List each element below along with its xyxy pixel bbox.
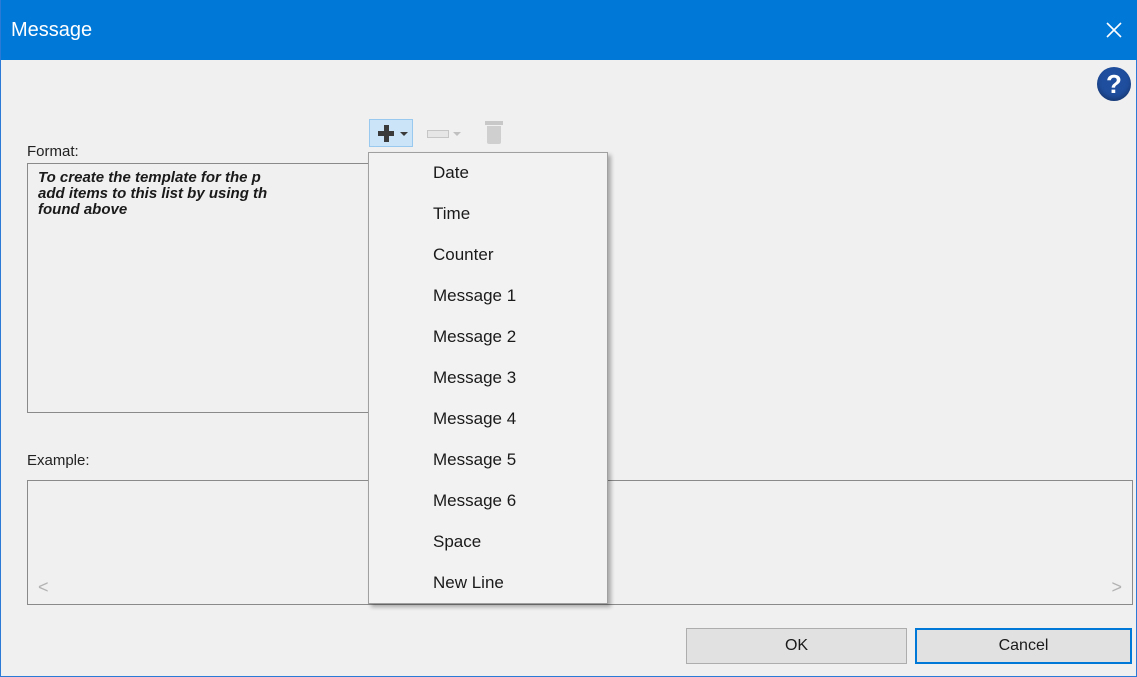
cancel-button[interactable]: Cancel	[915, 628, 1132, 664]
title-bar: Message	[1, 0, 1137, 60]
window-title: Message	[11, 19, 93, 41]
add-item-dropdown: Date Time Counter Message 1 Message 2 Me…	[368, 152, 608, 604]
menu-item-counter[interactable]: Counter	[433, 240, 493, 270]
scroll-right-arrow[interactable]: >	[1111, 578, 1122, 596]
scroll-left-arrow[interactable]: <	[38, 578, 49, 596]
menu-item-date[interactable]: Date	[433, 158, 469, 188]
ok-button[interactable]: OK	[686, 628, 907, 664]
close-button[interactable]	[1096, 12, 1132, 48]
add-item-button[interactable]	[369, 119, 413, 147]
format-list[interactable]: To create the template for the p add ite…	[27, 163, 397, 413]
help-icon[interactable]: ?	[1097, 67, 1131, 101]
format-toolbar	[365, 117, 525, 149]
menu-item-new-line[interactable]: New Line	[433, 568, 504, 598]
close-icon	[1106, 22, 1122, 38]
menu-item-space[interactable]: Space	[433, 527, 481, 557]
menu-item-message-6[interactable]: Message 6	[433, 486, 516, 516]
example-label: Example:	[27, 452, 90, 469]
minus-icon	[427, 130, 449, 138]
menu-item-message-3[interactable]: Message 3	[433, 363, 516, 393]
delete-item-button[interactable]	[483, 119, 507, 147]
menu-item-message-5[interactable]: Message 5	[433, 445, 516, 475]
format-label: Format:	[27, 143, 79, 160]
menu-item-message-2[interactable]: Message 2	[433, 322, 516, 352]
menu-item-message-1[interactable]: Message 1	[433, 281, 516, 311]
message-dialog: Message ? Format: To create the template…	[0, 0, 1137, 677]
chevron-down-icon	[400, 132, 408, 136]
menu-item-message-4[interactable]: Message 4	[433, 404, 516, 434]
chevron-down-icon	[453, 132, 461, 136]
menu-item-time[interactable]: Time	[433, 199, 470, 229]
trash-icon	[485, 121, 503, 125]
remove-item-button[interactable]	[425, 119, 465, 147]
format-hint-text: To create the template for the p add ite…	[38, 170, 268, 218]
